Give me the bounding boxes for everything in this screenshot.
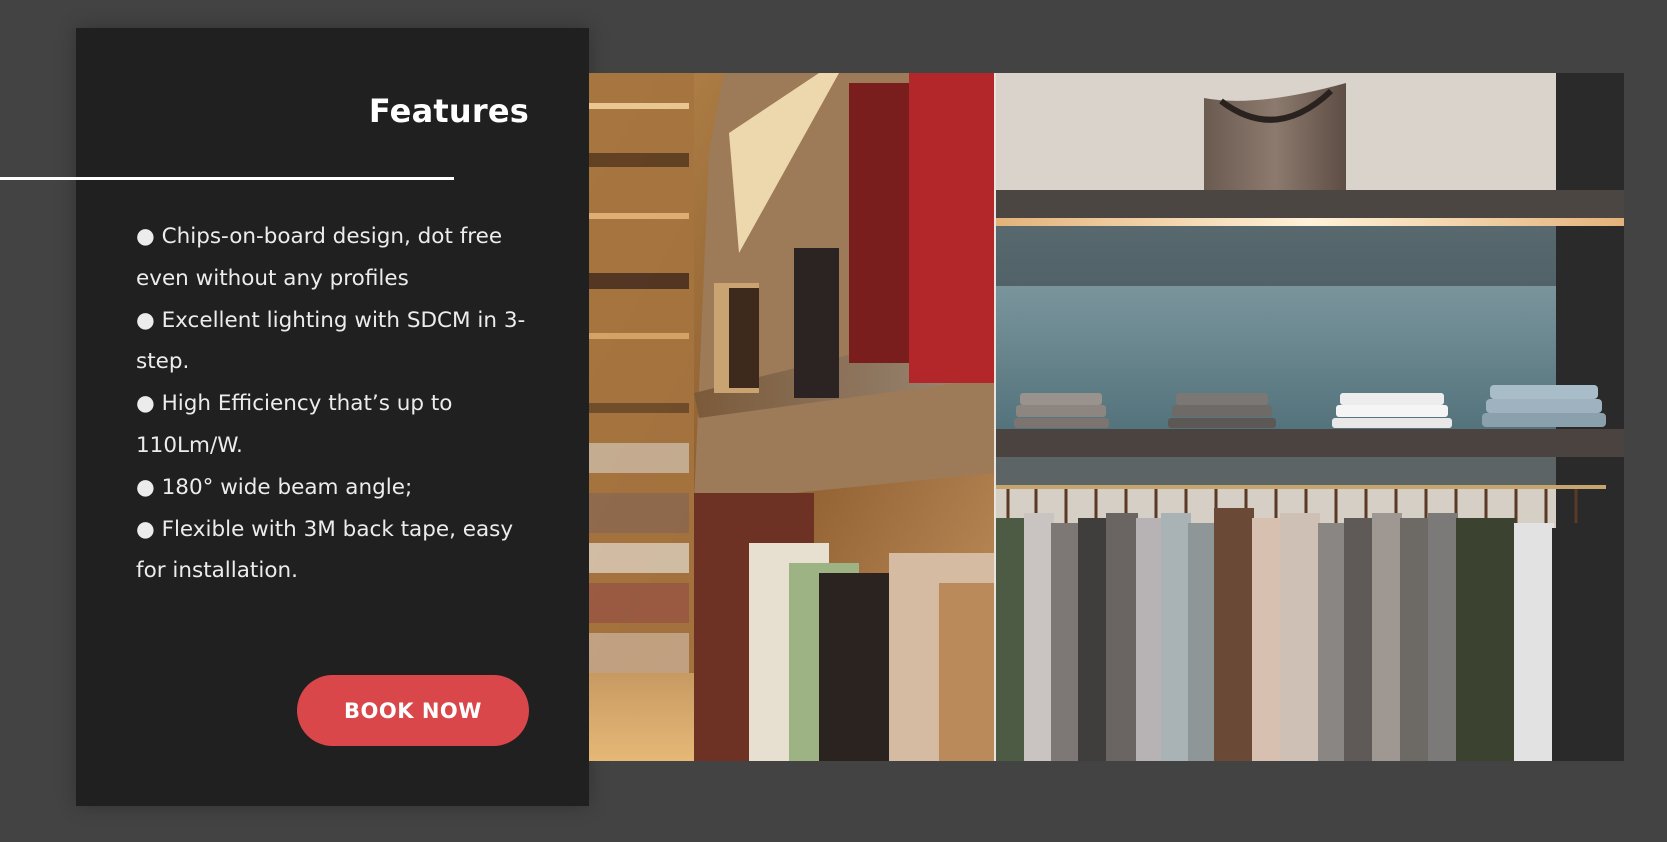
book-now-button[interactable]: BOOK NOW bbox=[297, 675, 529, 746]
feature-item: ● Chips-on-board design, dot free even w… bbox=[136, 224, 503, 291]
photo-gallery bbox=[589, 73, 1624, 761]
feature-item: ● 180° wide beam angle; bbox=[136, 474, 413, 500]
features-list: ● Chips-on-board design, dot free even w… bbox=[136, 216, 536, 592]
title-divider-line bbox=[0, 177, 454, 180]
feature-item: ● High Efficiency that’s up to 110Lm/W. bbox=[136, 391, 453, 458]
feature-item: ● Flexible with 3M back tape, easy for i… bbox=[136, 516, 514, 584]
clothing-store-shelves-photo bbox=[996, 73, 1624, 761]
feature-item: ● Excellent lighting with SDCM in 3-step… bbox=[136, 307, 526, 375]
bookstore-shelves-photo bbox=[589, 73, 994, 761]
features-title: Features bbox=[368, 92, 529, 130]
